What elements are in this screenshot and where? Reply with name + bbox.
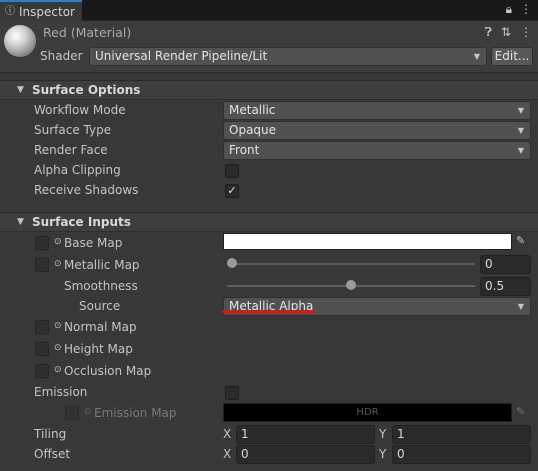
emission-map-texture-slot — [65, 406, 79, 420]
tab-inspector[interactable]: ⓘ Inspector — [0, 0, 82, 21]
foldout-triangle-icon: ▼ — [17, 85, 24, 95]
alpha-clipping-label: Alpha Clipping — [34, 163, 121, 177]
offset-y-label: Y — [379, 447, 387, 461]
chevron-down-icon: ▼ — [517, 146, 524, 155]
kebab-menu-icon[interactable]: ⋮ — [520, 2, 532, 17]
material-preview-sphere — [4, 25, 36, 57]
emission-map-label: Emission Map — [94, 406, 177, 420]
occlusion-map-label: Occlusion Map — [64, 364, 152, 378]
surface-type-value: Opaque — [229, 123, 277, 137]
source-dropdown[interactable]: Metallic Alpha ▼ — [223, 297, 531, 316]
smoothness-slider-thumb[interactable] — [346, 280, 356, 290]
section-surface-inputs[interactable]: ▼ Surface Inputs — [0, 212, 538, 232]
object-picker-icon[interactable]: ⊙ — [54, 365, 62, 375]
material-name: Red (Material) — [43, 25, 132, 40]
offset-label: Offset — [34, 447, 71, 461]
metallic-map-label: Metallic Map — [64, 258, 140, 272]
smoothness-value-field[interactable]: 0.5 — [480, 277, 531, 296]
metallic-value-field[interactable]: 0 — [480, 255, 531, 274]
smoothness-label: Smoothness — [64, 279, 138, 293]
info-icon: ⓘ — [5, 5, 15, 17]
height-map-label: Height Map — [64, 342, 133, 356]
workflow-mode-label: Workflow Mode — [34, 103, 126, 117]
receive-shadows-checkbox[interactable]: ✓ — [225, 184, 239, 198]
help-icon[interactable]: ❓︎ — [485, 25, 492, 40]
render-face-label: Render Face — [34, 143, 108, 157]
emission-label: Emission — [34, 385, 88, 399]
render-face-dropdown[interactable]: Front ▼ — [223, 141, 531, 160]
base-map-color-field[interactable] — [223, 233, 512, 250]
surface-type-label: Surface Type — [34, 123, 112, 137]
shader-value: Universal Render Pipeline/Lit — [95, 49, 268, 63]
surface-type-dropdown[interactable]: Opaque ▼ — [223, 121, 531, 140]
shader-dropdown[interactable]: Universal Render Pipeline/Lit ▼ — [89, 47, 487, 66]
chevron-down-icon: ▼ — [517, 106, 524, 115]
chevron-down-icon: ▼ — [517, 302, 524, 311]
offset-x-label: X — [223, 447, 232, 461]
tiling-y-field[interactable]: 1 — [392, 425, 531, 444]
source-label: Source — [79, 299, 121, 313]
render-face-value: Front — [229, 143, 260, 157]
object-picker-icon[interactable]: ⊙ — [54, 343, 62, 353]
red-annotation-underline — [222, 310, 315, 313]
section-title: Surface Inputs — [32, 215, 131, 229]
emission-color-field: HDR — [223, 403, 512, 422]
object-picker-icon[interactable]: ⊙ — [54, 321, 62, 331]
eyedropper-icon: ✎ — [516, 405, 526, 418]
tiling-x-field[interactable]: 1 — [236, 425, 375, 444]
kebab-menu-icon[interactable]: ⋮ — [520, 25, 532, 40]
metallic-slider-thumb[interactable] — [227, 258, 237, 268]
section-surface-options[interactable]: ▼ Surface Options — [0, 80, 538, 100]
shader-label: Shader — [40, 49, 83, 63]
chevron-down-icon: ▼ — [473, 52, 480, 61]
foldout-triangle-icon: ▼ — [17, 217, 24, 227]
eyedropper-icon[interactable]: ✎ — [516, 234, 525, 247]
emission-checkbox[interactable] — [225, 386, 239, 400]
occlusion-map-texture-slot[interactable] — [35, 364, 49, 378]
object-picker-icon: ⊙ — [84, 407, 92, 417]
section-title: Surface Options — [32, 83, 141, 97]
normal-map-texture-slot[interactable] — [35, 320, 49, 334]
height-map-texture-slot[interactable] — [35, 342, 49, 356]
object-picker-icon[interactable]: ⊙ — [54, 259, 62, 269]
alpha-clipping-checkbox[interactable] — [225, 164, 239, 178]
object-picker-icon[interactable]: ⊙ — [54, 237, 62, 247]
chevron-down-icon: ▼ — [517, 126, 524, 135]
tiling-label: Tiling — [34, 427, 67, 441]
normal-map-label: Normal Map — [64, 320, 137, 334]
edit-shader-button[interactable]: Edit... — [491, 47, 533, 66]
offset-x-field[interactable]: 0 — [236, 445, 375, 464]
tiling-y-label: Y — [379, 427, 387, 441]
workflow-mode-value: Metallic — [229, 103, 276, 117]
header-icons: ❓︎ ⇅ ⋮ — [485, 25, 532, 40]
workflow-mode-dropdown[interactable]: Metallic ▼ — [223, 101, 531, 120]
settings-sliders-icon[interactable]: ⇅ — [501, 25, 511, 40]
tab-title: Inspector — [19, 4, 75, 19]
metallic-slider-track[interactable] — [227, 263, 475, 265]
metallic-map-texture-slot[interactable] — [35, 258, 49, 272]
receive-shadows-label: Receive Shadows — [34, 183, 139, 197]
offset-y-field[interactable]: 0 — [392, 445, 531, 464]
tiling-x-label: X — [223, 427, 232, 441]
tab-tools: 🔒︎ ⋮ — [506, 2, 532, 17]
lock-icon[interactable]: 🔒︎ — [506, 2, 512, 17]
base-map-label: Base Map — [64, 236, 123, 250]
base-map-texture-slot[interactable] — [35, 236, 49, 250]
